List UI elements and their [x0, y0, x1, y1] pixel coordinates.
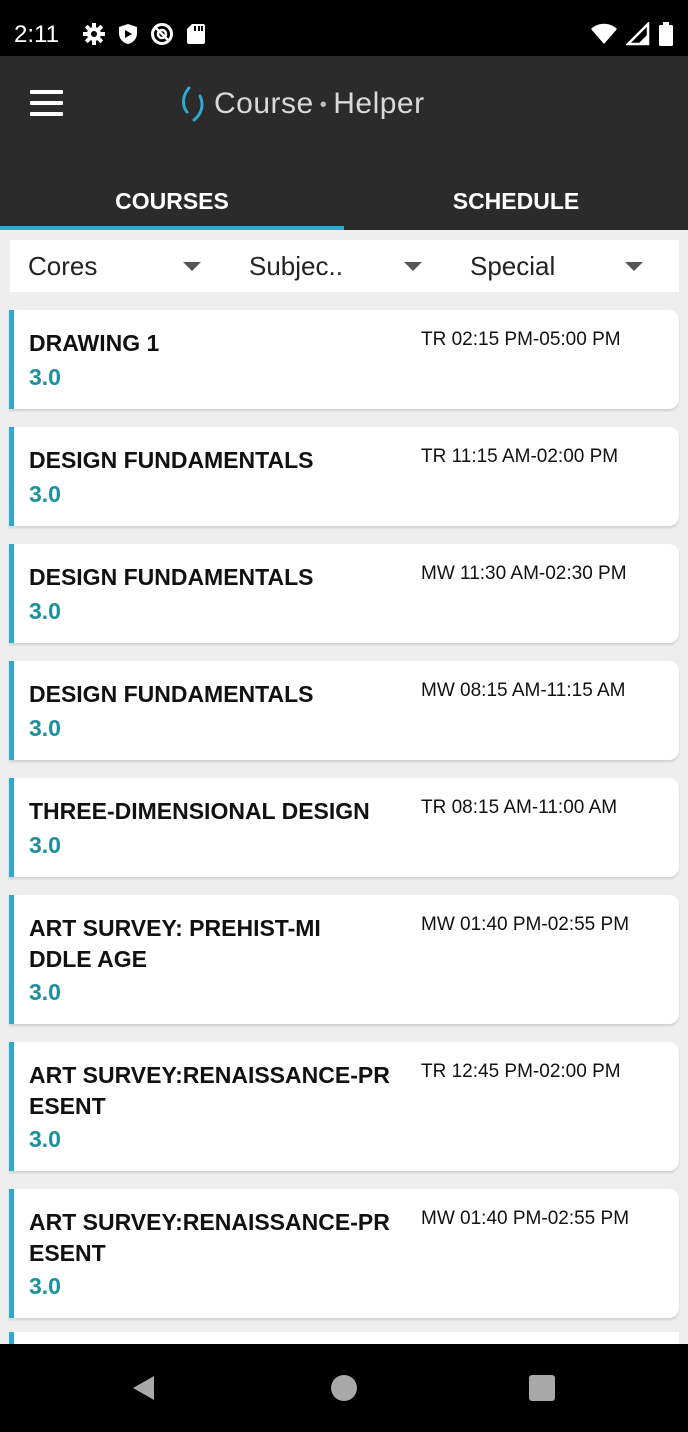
course-title: THREE-DIMENSIONAL DESIGN — [29, 798, 370, 824]
course-credits: 3.0 — [29, 1273, 61, 1299]
course-card[interactable]: DRAWING 1 3.0 TR 02:15 PM-05:00 PM — [9, 310, 679, 409]
course-time: TR 02:15 PM-05:00 PM — [421, 329, 621, 350]
logo-mark-icon — [182, 86, 204, 122]
chevron-down-icon — [183, 262, 201, 271]
course-card[interactable]: DESIGN FUNDAMENTALS 3.0 MW 08:15 AM-11:1… — [9, 661, 679, 760]
filter-special-dropdown[interactable]: Special — [452, 240, 673, 292]
course-title: ART SURVEY:RENAISSANCE-PRESENT — [29, 1209, 390, 1266]
tab-schedule[interactable]: SCHEDULE — [344, 172, 688, 230]
course-credits: 3.0 — [29, 979, 61, 1005]
logo-dot: • — [319, 93, 328, 116]
course-time: MW 01:40 PM-02:55 PM — [421, 914, 630, 935]
tab-courses[interactable]: COURSES — [0, 172, 344, 230]
tab-bar: COURSES SCHEDULE — [0, 172, 688, 230]
shield-icon — [119, 24, 137, 44]
status-time: 2:11 — [14, 21, 59, 48]
filter-cores-dropdown[interactable]: Cores — [10, 240, 231, 292]
course-credits: 3.0 — [29, 1126, 61, 1152]
course-list: DRAWING 1 3.0 TR 02:15 PM-05:00 PM DESIG… — [9, 310, 679, 1336]
course-card[interactable]: DESIGN FUNDAMENTALS 3.0 MW 11:30 AM-02:3… — [9, 544, 679, 643]
course-time: MW 11:30 AM-02:30 PM — [421, 563, 627, 584]
course-time: TR 12:45 PM-02:00 PM — [421, 1061, 621, 1082]
system-nav-bar — [0, 1344, 688, 1432]
cell-signal-icon — [626, 22, 650, 46]
home-icon[interactable] — [328, 1372, 360, 1404]
course-time: TR 08:15 AM-11:00 AM — [421, 797, 618, 818]
logo-text-course: Course — [214, 87, 314, 120]
status-bar: 2:11 — [0, 0, 688, 56]
course-credits: 3.0 — [29, 598, 61, 624]
courses-content: Cores Subjec.. Special DRAWING 1 3.0 TR … — [0, 230, 688, 1344]
course-title: ART SURVEY: PREHIST-MIDDLE AGE — [29, 915, 321, 972]
course-time: TR 11:15 AM-02:00 PM — [421, 446, 619, 467]
course-title: DESIGN FUNDAMENTALS — [29, 447, 314, 473]
hamburger-menu-icon[interactable] — [30, 90, 66, 120]
course-credits: 3.0 — [29, 481, 61, 507]
filter-subject-dropdown[interactable]: Subjec.. — [231, 240, 452, 292]
sd-card-icon — [187, 24, 205, 44]
chevron-down-icon — [625, 262, 643, 271]
status-icons-left — [82, 22, 208, 46]
app-logo: Course • Helper — [180, 84, 425, 124]
filter-label: Subjec.. — [249, 250, 343, 281]
logo-text: Course • Helper — [214, 87, 425, 121]
gear-icon — [83, 23, 105, 45]
course-time: MW 01:40 PM-02:55 PM — [421, 1208, 630, 1229]
chevron-down-icon — [404, 262, 422, 271]
status-icons-right — [590, 22, 674, 46]
course-card-partial[interactable] — [9, 1332, 679, 1344]
logo-text-helper: Helper — [333, 87, 425, 120]
course-credits: 3.0 — [29, 832, 61, 858]
battery-icon — [659, 22, 673, 46]
course-title: DESIGN FUNDAMENTALS — [29, 681, 314, 707]
app-bar: Course • Helper COURSES SCHEDULE — [0, 56, 688, 230]
no-entry-icon — [151, 23, 173, 45]
course-card[interactable]: ART SURVEY:RENAISSANCE-PRESENT 3.0 TR 12… — [9, 1042, 679, 1171]
course-card[interactable]: ART SURVEY:RENAISSANCE-PRESENT 3.0 MW 01… — [9, 1189, 679, 1318]
course-card[interactable]: ART SURVEY: PREHIST-MIDDLE AGE 3.0 MW 01… — [9, 895, 679, 1024]
back-icon[interactable] — [128, 1372, 160, 1404]
course-credits: 3.0 — [29, 364, 61, 390]
filter-label: Cores — [28, 250, 98, 281]
course-title: DRAWING 1 — [29, 330, 160, 356]
course-time: MW 08:15 AM-11:15 AM — [421, 680, 626, 701]
course-card[interactable]: DESIGN FUNDAMENTALS 3.0 TR 11:15 AM-02:0… — [9, 427, 679, 526]
filter-label: Special — [470, 250, 556, 281]
wifi-icon — [591, 23, 617, 44]
course-card[interactable]: THREE-DIMENSIONAL DESIGN 3.0 TR 08:15 AM… — [9, 778, 679, 877]
filter-bar: Cores Subjec.. Special — [10, 240, 679, 292]
course-credits: 3.0 — [29, 715, 61, 741]
recents-icon[interactable] — [526, 1372, 558, 1404]
course-title: DESIGN FUNDAMENTALS — [29, 564, 314, 590]
course-title: ART SURVEY:RENAISSANCE-PRESENT — [29, 1062, 390, 1119]
